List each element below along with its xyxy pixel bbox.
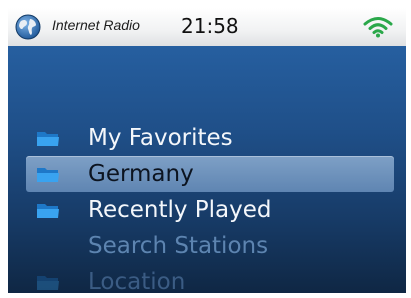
menu-item-label: Germany xyxy=(88,161,194,187)
menu-item-label: Location xyxy=(88,269,186,293)
folder-icon xyxy=(37,276,59,290)
menu-item-label: My Favorites xyxy=(88,125,233,151)
status-bar: Internet Radio 21:58 xyxy=(8,8,406,46)
main-screen: My Favorites Germany Recently Played Sea… xyxy=(8,46,406,293)
globe-icon xyxy=(15,14,41,40)
wifi-signal-icon xyxy=(363,17,393,38)
menu-item-location[interactable]: Location xyxy=(26,264,394,293)
menu-item-my-favorites[interactable]: My Favorites xyxy=(26,120,394,156)
menu-item-label: Search Stations xyxy=(88,233,269,259)
folder-icon xyxy=(37,132,59,146)
folder-icon xyxy=(37,168,59,182)
app-title: Internet Radio xyxy=(52,17,140,33)
menu-list: My Favorites Germany Recently Played Sea… xyxy=(8,46,406,293)
radio-display: Internet Radio 21:58 My Favorites German… xyxy=(8,8,406,293)
clock: 21:58 xyxy=(181,14,239,38)
menu-item-search-stations[interactable]: Search Stations xyxy=(26,228,394,264)
menu-item-label: Recently Played xyxy=(88,197,272,223)
folder-icon xyxy=(37,204,59,218)
menu-item-recently-played[interactable]: Recently Played xyxy=(26,192,394,228)
menu-item-germany[interactable]: Germany xyxy=(26,156,394,192)
